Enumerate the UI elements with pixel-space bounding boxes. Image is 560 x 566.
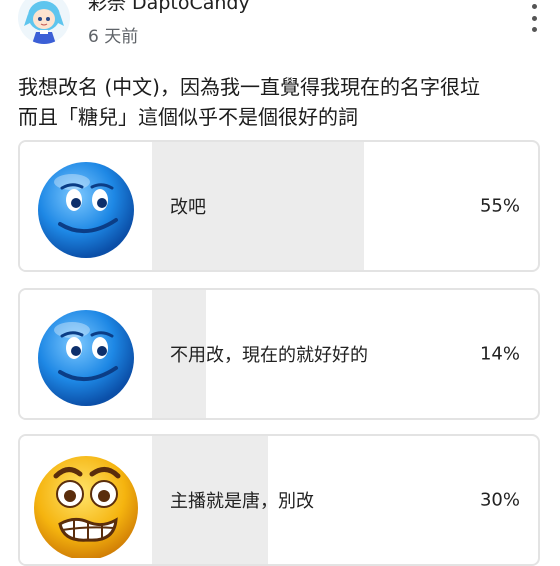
- option-percent: 14%: [479, 343, 520, 365]
- poll-option-1[interactable]: 改吧 55%: [18, 140, 540, 272]
- option-label: 主播就是唐，別改: [170, 491, 314, 512]
- poll-option-3[interactable]: 主播就是唐，別改 30%: [18, 434, 540, 566]
- nervous-grimacing-face-icon: [34, 456, 138, 558]
- anime-avatar-icon: [24, 1, 64, 44]
- question-line-2: 而且「糖兒」這個似乎不是個很好的詞: [18, 105, 358, 129]
- poll-option-2[interactable]: 不用改，現在的就好好的 14%: [18, 288, 540, 420]
- option-percent: 55%: [479, 195, 520, 217]
- post-timestamp: 6 天前: [88, 27, 139, 47]
- poll-question: 我想改名 (中文)，因為我一直覺得我現在的名字很垃 而且「糖兒」這個似乎不是個很…: [18, 72, 548, 132]
- avatar[interactable]: [18, 0, 70, 44]
- post-header: 彩奈 DaptoCandy 6 天前: [0, 0, 560, 60]
- option-image: [20, 290, 152, 418]
- question-line-1: 我想改名 (中文)，因為我一直覺得我現在的名字很垃: [18, 75, 480, 99]
- smiling-blue-face-icon: [38, 310, 134, 406]
- option-label: 不用改，現在的就好好的: [170, 345, 368, 366]
- option-image: [20, 436, 152, 564]
- option-percent: 30%: [479, 489, 520, 511]
- more-options-icon[interactable]: [526, 4, 542, 32]
- option-image: [20, 142, 152, 270]
- smiling-blue-face-icon: [38, 162, 134, 258]
- option-label: 改吧: [170, 197, 206, 218]
- author-name[interactable]: 彩奈 DaptoCandy: [88, 0, 250, 15]
